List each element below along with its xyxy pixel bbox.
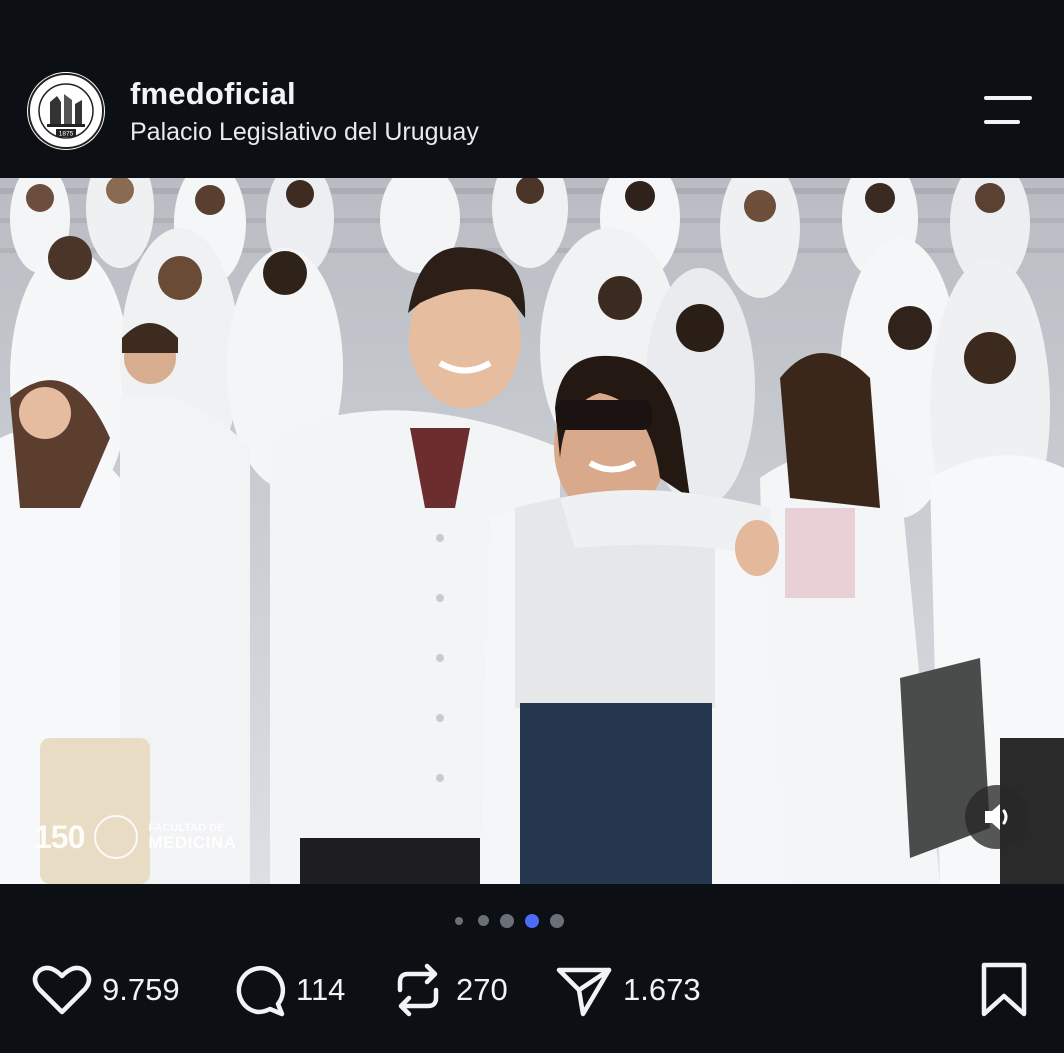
carousel-dot[interactable] — [478, 915, 489, 926]
carousel-dot-active[interactable] — [525, 914, 539, 928]
heart-icon — [32, 965, 92, 1015]
repost-count: 270 — [456, 972, 508, 1007]
bookmark-button[interactable] — [980, 962, 1028, 1018]
faculty-watermark: 150 FACULTAD DE MEDICINA — [34, 815, 236, 859]
bottom-edge — [0, 1040, 1064, 1053]
carousel-dot[interactable] — [500, 914, 514, 928]
watermark-seal-icon — [94, 815, 139, 859]
post-header: 1875 fmedoficial Palacio Legislativo del… — [0, 0, 1064, 178]
sound-toggle-button[interactable] — [965, 785, 1029, 849]
like-button[interactable]: 9.759 — [32, 955, 180, 1025]
comment-button[interactable]: 114 — [230, 955, 345, 1025]
anniversary-number: 150 — [34, 818, 85, 855]
watermark-text: FACULTAD DE MEDICINA — [148, 822, 236, 852]
comment-count: 114 — [296, 972, 346, 1007]
carousel-dot[interactable] — [550, 914, 564, 928]
share-count: 1.673 — [623, 972, 701, 1007]
group-photo-illustration — [0, 178, 1064, 884]
like-count: 9.759 — [102, 972, 180, 1007]
menu-icon[interactable] — [980, 94, 1036, 128]
carousel-dot[interactable] — [455, 917, 463, 925]
post-actions: 9.759 114 270 1.673 — [0, 955, 1064, 1025]
share-button[interactable]: 1.673 — [555, 955, 701, 1025]
repost-button[interactable]: 270 — [390, 955, 508, 1025]
bookmark-icon — [981, 962, 1027, 1017]
speaker-icon — [985, 804, 1008, 830]
profile-avatar[interactable]: 1875 — [27, 72, 105, 150]
watermark-line2: MEDICINA — [148, 833, 237, 852]
post-photo[interactable] — [0, 178, 1064, 884]
post-username[interactable]: fmedoficial — [130, 76, 296, 112]
repost-icon — [397, 963, 439, 1017]
post-location[interactable]: Palacio Legislativo del Uruguay — [130, 118, 479, 147]
carousel-indicator — [0, 910, 1064, 932]
svg-text:1875: 1875 — [59, 131, 74, 138]
comment-icon — [236, 965, 286, 1017]
faculty-seal-icon: 1875 — [28, 73, 104, 149]
send-icon — [556, 967, 612, 1017]
